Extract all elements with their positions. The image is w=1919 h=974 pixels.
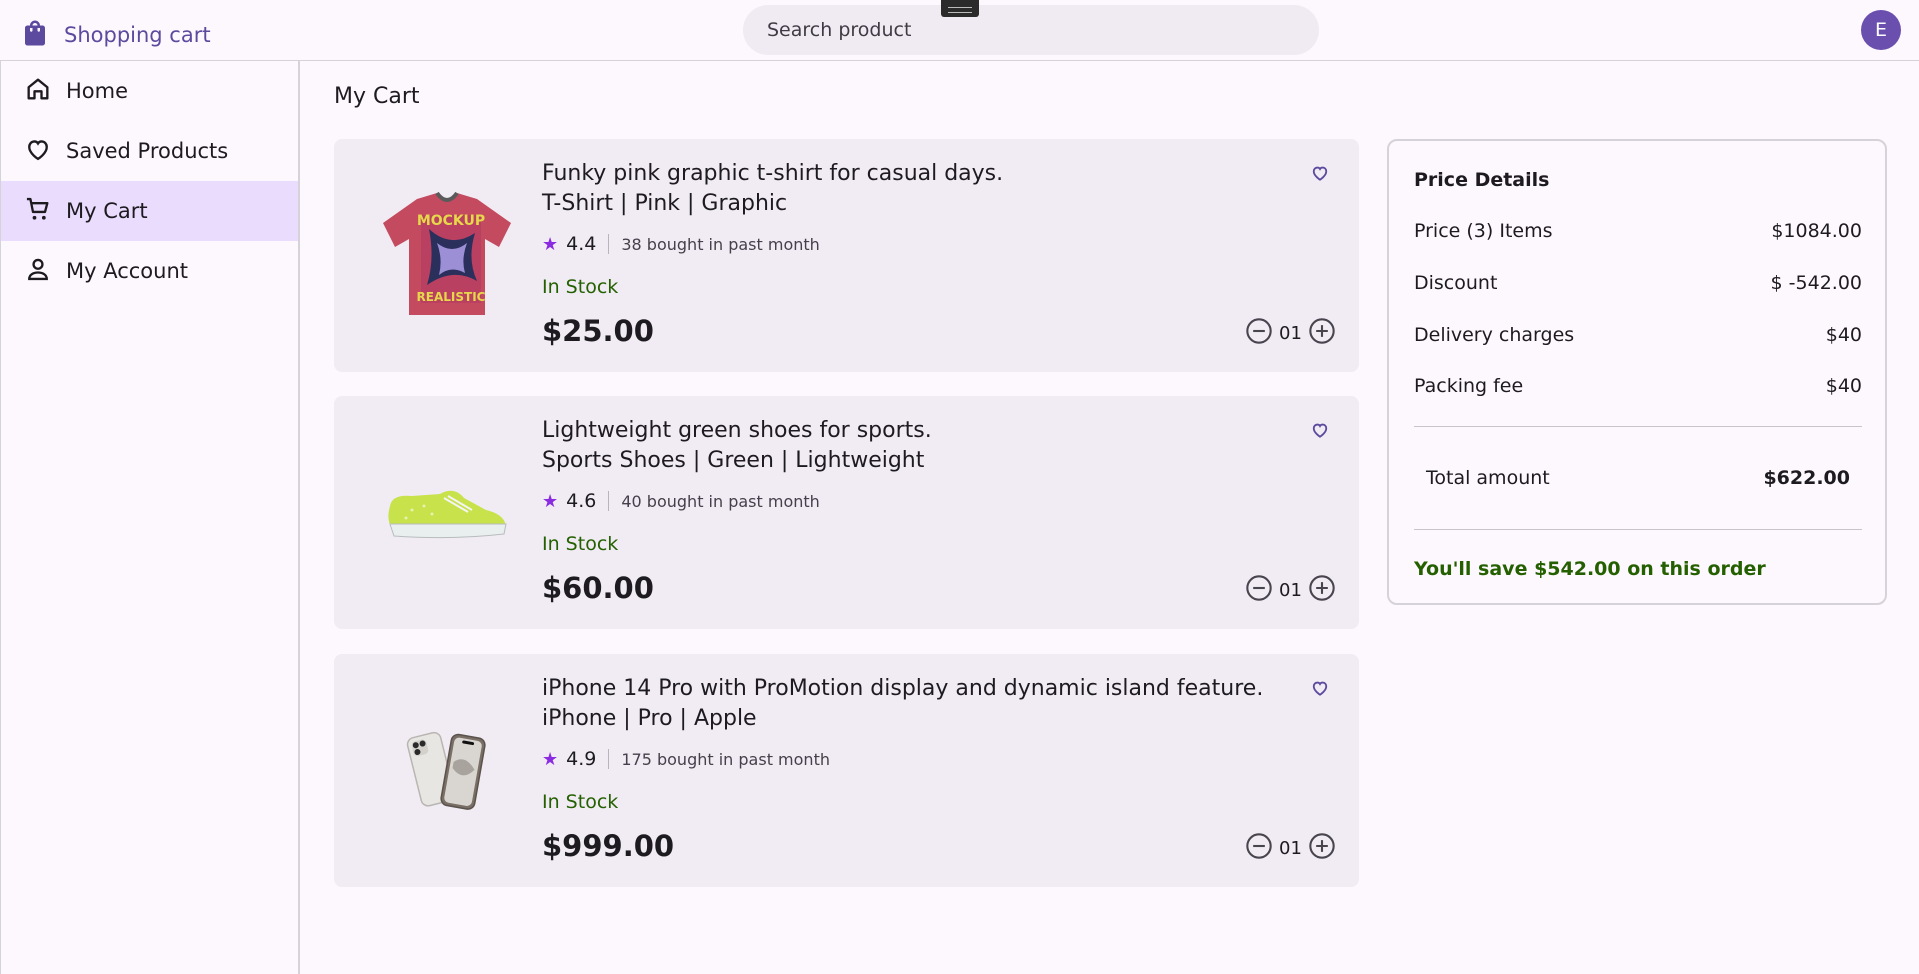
sidebar-item-my-account[interactable]: My Account: [1, 241, 298, 301]
rating-value: 4.6: [566, 490, 597, 512]
total-value: $622.00: [1763, 467, 1850, 489]
divider: [1414, 426, 1862, 427]
plus-circle-icon[interactable]: [1308, 317, 1336, 350]
price-row-value: $ -542.00: [1770, 272, 1862, 294]
bought-count: 38 bought in past month: [621, 234, 820, 254]
quantity-stepper: 01: [1245, 832, 1336, 865]
window-drag-handle[interactable]: [941, 0, 979, 17]
page-title: My Cart: [334, 84, 420, 109]
home-icon: [24, 75, 52, 108]
sidebar-item-my-cart[interactable]: My Cart: [1, 181, 298, 241]
stock-status: In Stock: [542, 533, 619, 555]
person-icon: [24, 255, 52, 288]
product-title-line2: T-Shirt | Pink | Graphic: [542, 191, 788, 216]
packing-row: Packing fee $40: [1414, 375, 1862, 397]
sidebar-item-home[interactable]: Home: [1, 61, 298, 121]
savings-message: You'll save $542.00 on this order: [1414, 558, 1766, 580]
divider: [608, 491, 610, 511]
iphone-image[interactable]: [362, 684, 532, 854]
favorite-heart-icon[interactable]: [1310, 163, 1330, 183]
delivery-row: Delivery charges $40: [1414, 324, 1862, 346]
product-rating: ★ 4.9 175 bought in past month: [542, 748, 830, 770]
star-icon: ★: [542, 490, 559, 512]
plus-circle-icon[interactable]: [1308, 832, 1336, 865]
divider: [608, 234, 610, 254]
product-rating: ★ 4.4 38 bought in past month: [542, 233, 820, 255]
product-title-line1: Lightweight green shoes for sports.: [542, 418, 932, 443]
quantity-value: 01: [1279, 323, 1302, 344]
product-title[interactable]: Funky pink graphic t-shirt for casual da…: [542, 159, 1003, 219]
avatar-initial: E: [1874, 19, 1887, 41]
discount-row: Discount $ -542.00: [1414, 272, 1862, 294]
search-input[interactable]: Search product: [743, 5, 1319, 55]
cart-item-card: MOCKUP REALISTIC Funky pink graphic t-sh…: [334, 139, 1359, 372]
product-rating: ★ 4.6 40 bought in past month: [542, 490, 820, 512]
cart-icon: [24, 195, 52, 228]
price-row-value: $40: [1825, 324, 1862, 346]
quantity-value: 01: [1279, 838, 1302, 859]
divider: [608, 749, 610, 769]
sidebar-item-label: Saved Products: [66, 139, 229, 163]
price-row-label: Price (3) Items: [1414, 220, 1553, 242]
price-details-title: Price Details: [1414, 169, 1550, 191]
bought-count: 40 bought in past month: [621, 491, 820, 511]
sidebar-item-label: My Cart: [66, 199, 148, 223]
product-title-line1: iPhone 14 Pro with ProMotion display and…: [542, 676, 1264, 701]
product-price: $25.00: [542, 314, 654, 348]
sidebar-item-saved-products[interactable]: Saved Products: [1, 121, 298, 181]
product-price: $60.00: [542, 571, 654, 605]
quantity-stepper: 01: [1245, 574, 1336, 607]
price-details-panel: Price Details Price (3) Items $1084.00 D…: [1387, 139, 1887, 605]
price-row: Price (3) Items $1084.00: [1414, 220, 1862, 242]
brand-title: Shopping cart: [64, 23, 211, 47]
total-label: Total amount: [1426, 467, 1550, 489]
brand[interactable]: Shopping cart: [20, 17, 211, 53]
tshirt-print-top: MOCKUP: [417, 213, 485, 229]
top-bar: Shopping cart Search product E: [0, 0, 1919, 61]
cart-item-card: iPhone 14 Pro with ProMotion display and…: [334, 654, 1359, 887]
product-title-line2: Sports Shoes | Green | Lightweight: [542, 448, 925, 473]
heart-icon: [24, 135, 52, 168]
product-price: $999.00: [542, 829, 675, 863]
price-row-value: $1084.00: [1771, 220, 1862, 242]
pink-tshirt-image[interactable]: MOCKUP REALISTIC: [362, 169, 532, 339]
stock-status: In Stock: [542, 791, 619, 813]
sidebar: Home Saved Products My Cart My Account: [0, 61, 300, 974]
favorite-heart-icon[interactable]: [1310, 420, 1330, 440]
product-title[interactable]: Lightweight green shoes for sports. Spor…: [542, 416, 932, 476]
minus-circle-icon[interactable]: [1245, 574, 1273, 607]
price-row-label: Packing fee: [1414, 375, 1524, 397]
price-row-label: Delivery charges: [1414, 324, 1575, 346]
minus-circle-icon[interactable]: [1245, 832, 1273, 865]
green-shoe-image[interactable]: [362, 426, 532, 596]
star-icon: ★: [542, 748, 559, 770]
sidebar-item-label: My Account: [66, 259, 189, 283]
cart-item-card: Lightweight green shoes for sports. Spor…: [334, 396, 1359, 629]
product-title-line1: Funky pink graphic t-shirt for casual da…: [542, 161, 1004, 186]
quantity-value: 01: [1279, 580, 1302, 601]
sidebar-item-label: Home: [66, 79, 129, 103]
product-title-line2: iPhone | Pro | Apple: [542, 706, 757, 731]
search-placeholder: Search product: [767, 19, 912, 41]
minus-circle-icon[interactable]: [1245, 317, 1273, 350]
total-row: Total amount $622.00: [1426, 467, 1850, 489]
price-row-label: Discount: [1414, 272, 1498, 294]
star-icon: ★: [542, 233, 559, 255]
price-row-value: $40: [1825, 375, 1862, 397]
quantity-stepper: 01: [1245, 317, 1336, 350]
favorite-heart-icon[interactable]: [1310, 678, 1330, 698]
avatar[interactable]: E: [1861, 10, 1901, 50]
rating-value: 4.4: [566, 233, 597, 255]
plus-circle-icon[interactable]: [1308, 574, 1336, 607]
product-title[interactable]: iPhone 14 Pro with ProMotion display and…: [542, 674, 1263, 734]
rating-value: 4.9: [566, 748, 597, 770]
bought-count: 175 bought in past month: [621, 749, 830, 769]
tshirt-print-bottom: REALISTIC: [417, 290, 486, 304]
stock-status: In Stock: [542, 276, 619, 298]
shopping-bag-icon: [20, 18, 50, 53]
divider: [1414, 529, 1862, 530]
